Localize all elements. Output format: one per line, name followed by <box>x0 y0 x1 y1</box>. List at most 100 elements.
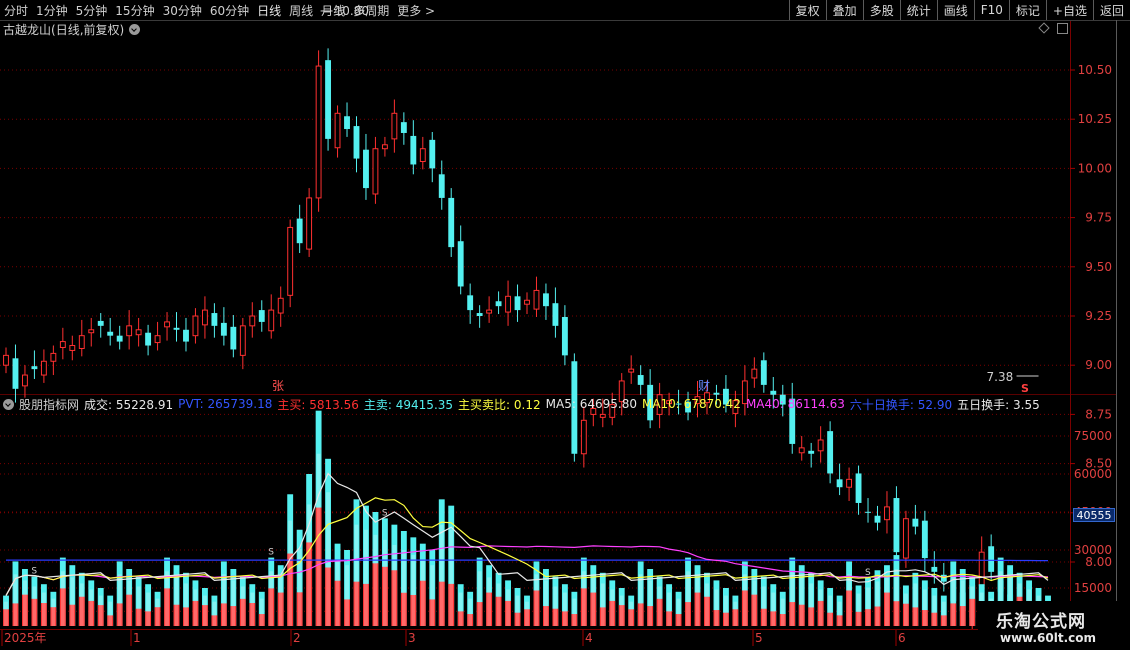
volume-bar-pattern <box>373 534 378 626</box>
volume-bar-pattern <box>752 580 757 626</box>
volume-bar-pattern <box>401 550 406 626</box>
candle-body <box>628 368 635 373</box>
ind-ma5-value: 64695.80 <box>579 397 637 411</box>
volume-bar-pattern <box>202 595 207 626</box>
candle-body <box>391 112 398 140</box>
ind-main-sell-value: 49415.35 <box>395 397 454 412</box>
candle-body <box>40 360 47 376</box>
candle-body <box>325 60 332 139</box>
ind-main-buy: 主买: 5813.56 <box>277 396 359 413</box>
volume-bar-pattern <box>676 598 681 626</box>
ind-ma40-value: 86114.63 <box>787 397 845 411</box>
candle-body <box>429 139 436 169</box>
price-tick-label: 9.50 <box>1085 260 1112 274</box>
date-tick-label: 3 <box>408 631 416 645</box>
candle-body <box>467 295 474 311</box>
ind-volume-label: 成交: <box>84 397 113 412</box>
candle-body <box>448 197 455 248</box>
candle-body <box>438 174 445 198</box>
candle-body <box>12 358 19 389</box>
candle-body <box>78 335 85 349</box>
candle-body <box>855 473 862 503</box>
candle-body <box>59 341 66 348</box>
candle-body <box>220 322 227 336</box>
axis-labels: 10.5010.2510.009.759.509.259.008.758.508… <box>4 4 1112 645</box>
volume-bar-pattern <box>108 601 113 626</box>
volume-bar-pattern <box>799 577 804 626</box>
ind-pvt-value: 265739.18 <box>207 397 273 411</box>
candle-body <box>751 368 758 379</box>
candle-body <box>353 126 360 159</box>
candle-body <box>884 506 890 521</box>
volume-bar-pattern <box>146 592 151 626</box>
volume-bar-pattern <box>525 601 529 626</box>
candle-body <box>164 321 170 328</box>
candle-body <box>211 313 218 326</box>
sell-marker: S <box>1021 382 1029 395</box>
current-value-badge: 40555 <box>1073 508 1115 522</box>
ind-main-buy-value: 5813.56 <box>309 397 359 412</box>
ind-main-sell: 主卖: 49415.35 <box>364 396 453 413</box>
candle-body <box>258 310 265 322</box>
volume-bar-pattern <box>695 577 700 626</box>
ind-ma5-label: MA5: <box>545 397 576 411</box>
volume-bar-pattern <box>411 555 416 626</box>
volume-bar-pattern <box>382 539 387 626</box>
volume-bar-pattern <box>705 583 709 626</box>
volume-tick-label: 15000 <box>1074 581 1112 595</box>
low-price-label: 7.38 <box>987 370 1014 384</box>
ind-turnover60-label: 六十日换手: <box>849 397 914 412</box>
volume-bar-pattern <box>657 586 662 626</box>
volume-bar-pattern <box>515 595 520 626</box>
candle-body <box>543 293 549 307</box>
candle-body <box>344 116 350 130</box>
volume-bar-pattern <box>487 577 492 626</box>
candle-body <box>287 226 294 296</box>
volume-bar-pattern <box>648 580 653 626</box>
candle-body <box>239 325 246 356</box>
ind-pvt: PVT: 265739.18 <box>178 397 272 411</box>
volume-bar-pattern <box>127 580 132 626</box>
volume-bar-pattern <box>544 580 548 626</box>
candle-body <box>306 197 313 250</box>
volume-bar-pattern <box>231 580 236 626</box>
volume-bar-pattern <box>174 577 179 626</box>
candle-body <box>760 360 767 385</box>
volume-bar-pattern <box>430 565 435 626</box>
candle-body <box>69 345 76 351</box>
volume-bar-pattern <box>771 592 776 626</box>
candle-body <box>154 335 161 344</box>
finance-marker: 财 <box>698 379 710 393</box>
candle-body <box>893 498 900 553</box>
ind-turnover5-value: 3.55 <box>1013 397 1040 412</box>
indicator-menu-icon[interactable] <box>3 398 14 410</box>
volume-bar-pattern <box>4 601 8 626</box>
volume-tick-label: 60000 <box>1074 467 1112 481</box>
candle-body <box>713 392 720 395</box>
volume-signal-marker: S <box>31 567 37 577</box>
candle-body <box>372 148 379 195</box>
volume-bar-pattern <box>866 587 870 626</box>
candle-body <box>486 309 493 314</box>
watermark-title: 乐淘公式网 <box>996 612 1086 632</box>
volume-bar-pattern <box>894 569 899 626</box>
stock-chart[interactable]: 10.5010.2510.009.759.509.259.008.758.508… <box>0 0 1130 650</box>
volume-bar-pattern <box>60 571 65 626</box>
volume-bar-pattern <box>458 592 463 626</box>
pvt-line <box>6 559 1048 562</box>
volume-bar-pattern <box>250 592 255 626</box>
candle-body <box>846 478 853 488</box>
ind-ratio-value: 0.12 <box>513 397 541 412</box>
candle-body <box>533 289 540 310</box>
volume-bar-pattern <box>970 586 975 626</box>
volume-bar-pattern <box>534 574 539 626</box>
candle-body <box>97 320 104 326</box>
volume-signal-marker: S <box>382 508 388 518</box>
volume-bar-pattern <box>809 583 814 626</box>
volume-bar-pattern <box>780 598 785 626</box>
volume-bar-pattern <box>610 589 615 626</box>
right-sidebar[interactable] <box>1116 20 1130 650</box>
price-tick-label: 10.50 <box>1078 63 1112 77</box>
candle-body <box>192 315 199 337</box>
candle-body <box>363 149 369 189</box>
